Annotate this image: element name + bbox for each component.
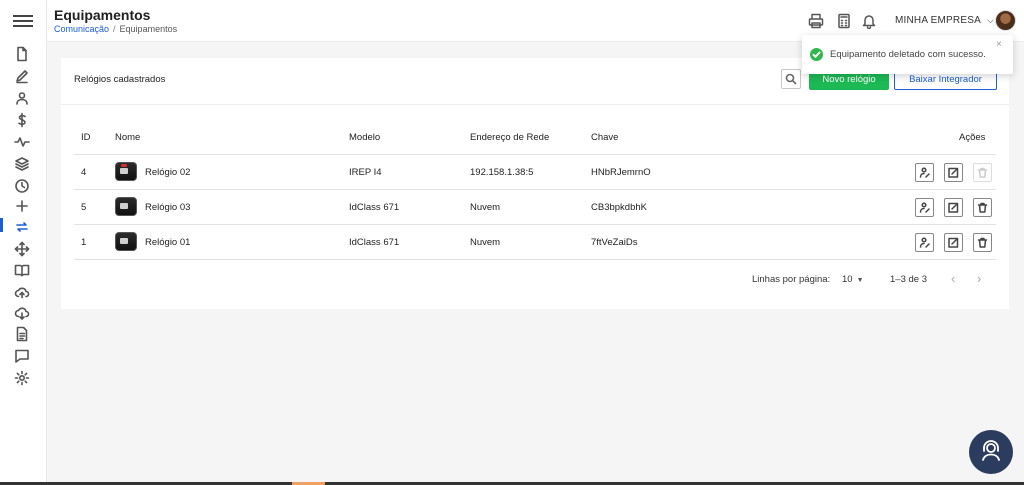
success-toast: Equipamento deletado com sucesso. ×: [802, 35, 1013, 74]
sync-icon[interactable]: [14, 219, 30, 235]
pencil-icon[interactable]: [14, 68, 30, 84]
cloud-download-icon[interactable]: [14, 305, 30, 321]
breadcrumb-link-comunicacao[interactable]: Comunicação: [54, 24, 109, 34]
device-thumbnail: [115, 232, 137, 251]
page-title: Equipamentos: [54, 7, 151, 23]
pagination: Linhas por página: 10 ▼ 1–3 de 3 ‹ ›: [61, 266, 1009, 290]
card-title: Relógios cadastrados: [74, 74, 166, 85]
edit-icon: [948, 237, 959, 248]
company-selector[interactable]: MINHA EMPRESA ⌵: [895, 15, 994, 26]
edit-button[interactable]: [944, 163, 963, 182]
trash-icon: [977, 237, 988, 248]
book-icon[interactable]: [14, 262, 30, 278]
move-icon[interactable]: [14, 241, 30, 257]
column-key[interactable]: Chave: [591, 132, 618, 143]
assign-user-button[interactable]: [915, 163, 934, 182]
company-name: MINHA EMPRESA: [895, 15, 981, 26]
column-name[interactable]: Nome: [115, 132, 140, 143]
clocks-table: ID Nome Modelo Endereço de Rede Chave Aç…: [74, 120, 996, 260]
caret-down-icon: ▼: [856, 277, 864, 284]
gear-icon[interactable]: [14, 370, 30, 386]
cell-key: CB3bpkdbhK: [591, 202, 647, 213]
cloud-upload-icon[interactable]: [14, 284, 30, 300]
bell-icon[interactable]: [861, 13, 877, 30]
user-edit-icon: [919, 202, 930, 213]
table-header: ID Nome Modelo Endereço de Rede Chave Aç…: [74, 120, 996, 155]
edit-button[interactable]: [944, 198, 963, 217]
cell-model: IREP I4: [349, 167, 382, 178]
layers-icon[interactable]: [14, 156, 30, 172]
check-circle-icon: [810, 48, 823, 61]
help-support-button[interactable]: [969, 430, 1013, 474]
avatar[interactable]: [995, 10, 1016, 31]
search-icon: [785, 73, 797, 85]
cell-name: Relógio 01: [145, 237, 191, 248]
cell-id: 1: [81, 237, 87, 248]
rows-per-page-select[interactable]: 10 ▼: [842, 274, 864, 285]
close-icon[interactable]: ×: [996, 39, 1002, 50]
clocks-card: Relógios cadastrados Novo relógio Baixar…: [61, 58, 1009, 309]
menu-icon[interactable]: [13, 12, 33, 30]
device-thumbnail: [115, 162, 137, 181]
delete-button[interactable]: [973, 163, 992, 182]
chevron-down-icon: ⌵: [986, 15, 994, 25]
trash-icon: [977, 202, 988, 213]
plus-icon[interactable]: [14, 198, 30, 214]
table-row: 1 Relógio 01 IdClass 671 Nuvem 7ftVeZaiD…: [74, 225, 996, 260]
page-range: 1–3 de 3: [890, 274, 927, 285]
column-model[interactable]: Modelo: [349, 132, 380, 143]
cell-key: HNbRJemrnO: [591, 167, 651, 178]
device-thumbnail: [115, 197, 137, 216]
edit-icon: [948, 202, 959, 213]
pulse-icon[interactable]: [14, 134, 30, 150]
delete-button[interactable]: [973, 233, 992, 252]
cell-id: 5: [81, 202, 87, 213]
search-button[interactable]: [781, 69, 801, 89]
edit-icon: [948, 167, 959, 178]
user-edit-icon: [919, 237, 930, 248]
clock-icon[interactable]: [14, 178, 30, 194]
breadcrumb-current: Equipamentos: [119, 24, 178, 34]
sidebar-active-indicator: [0, 218, 3, 232]
cell-address: Nuvem: [470, 202, 501, 213]
toast-message: Equipamento deletado com sucesso.: [830, 49, 986, 60]
user-edit-icon: [919, 167, 930, 178]
cell-model: IdClass 671: [349, 202, 400, 213]
breadcrumb-separator: /: [113, 24, 116, 34]
assign-user-button[interactable]: [915, 233, 934, 252]
cell-name: Relógio 03: [145, 202, 191, 213]
column-actions: Ações: [959, 132, 986, 143]
breadcrumb: Comunicação / Equipamentos: [54, 24, 177, 34]
edit-button[interactable]: [944, 233, 963, 252]
cell-id: 4: [81, 167, 87, 178]
cell-address: 192.158.1.38:5: [470, 167, 534, 178]
support-agent-icon: [982, 440, 1000, 461]
table-row: 4 Relógio 02 IREP I4 192.158.1.38:5 HNbR…: [74, 155, 996, 190]
assign-user-button[interactable]: [915, 198, 934, 217]
cell-address: Nuvem: [470, 237, 501, 248]
table-row: 5 Relógio 03 IdClass 671 Nuvem CB3bpkdbh…: [74, 190, 996, 225]
rows-per-page-value: 10: [842, 274, 853, 285]
printer-icon[interactable]: [808, 13, 824, 29]
cell-key: 7ftVeZaiDs: [591, 237, 638, 248]
chat-icon[interactable]: [14, 348, 30, 364]
card-divider: [61, 104, 1009, 105]
cell-model: IdClass 671: [349, 237, 400, 248]
cell-name: Relógio 02: [145, 167, 191, 178]
column-id[interactable]: ID: [81, 132, 91, 143]
calculator-icon[interactable]: [836, 13, 852, 29]
previous-page-button[interactable]: ‹: [951, 271, 955, 286]
document-icon[interactable]: [14, 326, 30, 342]
rows-per-page-label: Linhas por página:: [752, 274, 831, 285]
sidebar: [0, 0, 47, 485]
dollar-icon[interactable]: [14, 112, 30, 128]
column-address[interactable]: Endereço de Rede: [470, 132, 549, 143]
next-page-button[interactable]: ›: [977, 271, 981, 286]
delete-button[interactable]: [973, 198, 992, 217]
user-icon[interactable]: [14, 90, 30, 106]
trash-icon: [977, 167, 988, 178]
file-icon[interactable]: [14, 46, 30, 62]
